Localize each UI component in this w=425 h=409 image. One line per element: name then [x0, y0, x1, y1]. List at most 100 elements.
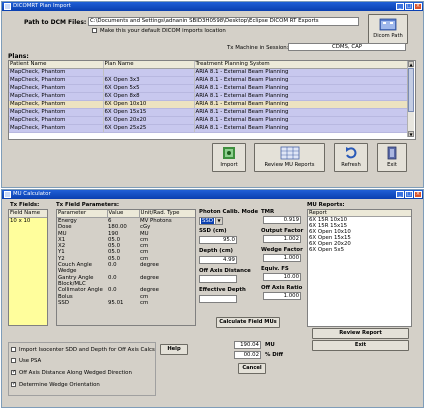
review-mu-reports-button[interactable]: Review MU Reports: [254, 143, 325, 172]
col-parameter[interactable]: Parameter: [57, 210, 108, 218]
col-unit[interactable]: Unit/Rad. Type: [139, 210, 195, 218]
cell-plan-name: 6X Open 25x25: [103, 124, 195, 133]
col-plan-name[interactable]: Plan Name: [103, 61, 195, 69]
default-location-label: Make this your default DICOM imports loc…: [100, 28, 226, 34]
plan-row[interactable]: MapCheck, Phantom 6X Open 10x10 ARIA 8.1 -…: [9, 100, 409, 109]
dicom-path-button[interactable]: Dicom Path: [368, 14, 408, 44]
plan-row[interactable]: MapCheck, Phantom ARIA 8.1 - External Bea…: [9, 68, 409, 77]
ssd-label: SSD (cm): [199, 228, 227, 234]
refresh-button[interactable]: Refresh: [334, 143, 368, 172]
chevron-down-icon[interactable]: ▼: [215, 218, 222, 224]
plans-label: Plans:: [8, 53, 29, 60]
photon-mode-label: Photon Calib. Mode: [199, 209, 259, 215]
folder-icon: [379, 18, 397, 31]
wedge-orientation-checkbox[interactable]: [11, 381, 16, 387]
plan-import-titlebar[interactable]: DICOMRT Plan Import _ □ ×: [2, 2, 423, 11]
exit-button[interactable]: Exit: [312, 340, 409, 351]
review-report-button[interactable]: Review Report: [312, 328, 409, 339]
minimize-icon[interactable]: _: [396, 191, 404, 198]
off-axis-wedged-label: Off Axis Distance Along Wedged Direction: [19, 370, 132, 376]
off-axis-ratio-label: Off Axis Ratio: [261, 285, 303, 291]
cell-unit: MV Photons: [140, 218, 172, 224]
photon-mode-select[interactable]: SSD ▼: [199, 217, 223, 225]
import-label: Import: [220, 161, 238, 168]
equiv-fs-label: Equiv. FS: [261, 266, 289, 272]
cell-patient-name: MapCheck, Phantom: [9, 116, 104, 125]
cancel-button[interactable]: Cancel: [238, 363, 266, 374]
maximize-icon[interactable]: □: [405, 191, 413, 198]
tx-machine-label: Tx Machine in Session:: [227, 45, 289, 51]
minimize-icon[interactable]: _: [396, 3, 404, 10]
cell-tps: ARIA 8.1 - External Beam Planning: [194, 68, 409, 77]
plan-row[interactable]: MapCheck, Phantom 6X Open 5x5 ARIA 8.1 - E…: [9, 84, 409, 93]
refresh-label: Refresh: [341, 161, 361, 168]
plan-row[interactable]: MapCheck, Phantom 6X Open 3x3 ARIA 8.1 - E…: [9, 76, 409, 85]
cell-parameter: Collimator Angle: [58, 287, 103, 294]
mu-reports-header: Report: [308, 210, 411, 217]
plan-row[interactable]: MapCheck, Phantom 6X Open 15x15 ARIA 8.1 -…: [9, 108, 409, 117]
plan-row[interactable]: MapCheck, Phantom 6X Open 8x8 ARIA 8.1 - E…: [9, 92, 409, 101]
mu-unit-label: MU: [265, 342, 275, 348]
cell-patient-name: MapCheck, Phantom: [9, 124, 104, 133]
mu-report-item[interactable]: 6X Open 5x5: [308, 247, 411, 253]
close-icon[interactable]: ×: [414, 191, 422, 198]
plan-row[interactable]: MapCheck, Phantom 6X Open 25x25 ARIA 8.1 -…: [9, 124, 409, 133]
default-location-checkbox[interactable]: [92, 28, 97, 33]
exit-door-icon: [387, 146, 397, 160]
effective-depth-input[interactable]: [199, 295, 237, 303]
param-row: SSD 95.01 cm: [57, 300, 195, 306]
plans-table: Patient Name Plan Name Treatment Plannin…: [8, 60, 416, 140]
exit-button[interactable]: Exit: [377, 143, 407, 172]
import-isocenter-checkbox[interactable]: [11, 347, 16, 352]
cell-unit: cm: [140, 299, 149, 306]
review-mu-reports-label: Review MU Reports: [264, 161, 315, 168]
cell-parameter: Energy: [58, 218, 77, 224]
output-factor-value: 1.002: [263, 235, 301, 243]
off-axis-ratio-value: 1.000: [263, 292, 301, 300]
scroll-thumb[interactable]: [408, 68, 414, 112]
app-icon: [4, 191, 11, 198]
use-psa-checkbox[interactable]: [11, 358, 16, 363]
tx-field-item[interactable]: 10 x 10: [9, 218, 47, 224]
scroll-up-icon[interactable]: ▲: [408, 61, 414, 67]
cell-tps: ARIA 8.1 - External Beam Planning: [194, 76, 409, 85]
scroll-down-icon[interactable]: ▼: [408, 131, 414, 137]
cell-patient-name: MapCheck, Phantom: [9, 108, 104, 117]
tmr-value: 0.919: [263, 216, 301, 224]
cell-patient-name: MapCheck, Phantom: [9, 76, 104, 85]
cell-tps: ARIA 8.1 - External Beam Planning: [194, 108, 409, 117]
maximize-icon[interactable]: □: [405, 3, 413, 10]
col-value[interactable]: Value: [107, 210, 140, 218]
photon-mode-value: SSD: [201, 218, 214, 224]
help-button[interactable]: Help: [160, 344, 188, 355]
tx-machine-value: CDMS, CAP: [288, 43, 406, 51]
depth-input[interactable]: 4.99: [199, 256, 237, 264]
depth-label: Depth (cm): [199, 248, 234, 254]
mu-calculator-window: MU Calculator _ □ × Tx Fields: Field Nam…: [1, 189, 424, 408]
cell-patient-name: MapCheck, Phantom: [9, 84, 104, 93]
mu-calculator-titlebar[interactable]: MU Calculator _ □ ×: [2, 190, 423, 199]
tx-fields-header: Field Name: [9, 210, 47, 218]
cell-tps: ARIA 8.1 - External Beam Planning: [194, 100, 409, 109]
path-input[interactable]: C:\Documents and Settings\adnanin SBID3H…: [88, 17, 359, 26]
cell-parameter: SSD: [58, 299, 69, 306]
col-patient-name[interactable]: Patient Name: [9, 61, 104, 69]
import-button[interactable]: Import: [212, 143, 246, 172]
cell-value: 95.01: [108, 299, 124, 306]
off-axis-wedged-checkbox[interactable]: [11, 369, 16, 375]
wedge-factor-value: 1.000: [263, 254, 301, 262]
plans-scrollbar[interactable]: ▲ ▼: [407, 61, 414, 137]
mu-reports-list[interactable]: Report 6X 15R 10x10 6X 15R 15x15 6X Open 10…: [307, 209, 412, 327]
cell-value: 6: [108, 218, 112, 224]
cell-tps: ARIA 8.1 - External Beam Planning: [194, 124, 409, 133]
calculate-field-mus-button[interactable]: Calculate Field MUs: [216, 317, 280, 328]
col-tps[interactable]: Treatment Planning System: [194, 61, 409, 69]
cell-tps: ARIA 8.1 - External Beam Planning: [194, 84, 409, 93]
off-axis-distance-input[interactable]: [199, 275, 237, 283]
output-factor-label: Output Factor: [261, 228, 304, 234]
field-params-label: Tx Field Parameters:: [56, 202, 120, 208]
ssd-input[interactable]: 95.0: [199, 236, 237, 244]
plan-row[interactable]: MapCheck, Phantom 6X Open 20x20 ARIA 8.1 -…: [9, 116, 409, 125]
close-icon[interactable]: ×: [414, 3, 422, 10]
tx-fields-list[interactable]: Field Name 10 x 10: [8, 209, 48, 326]
